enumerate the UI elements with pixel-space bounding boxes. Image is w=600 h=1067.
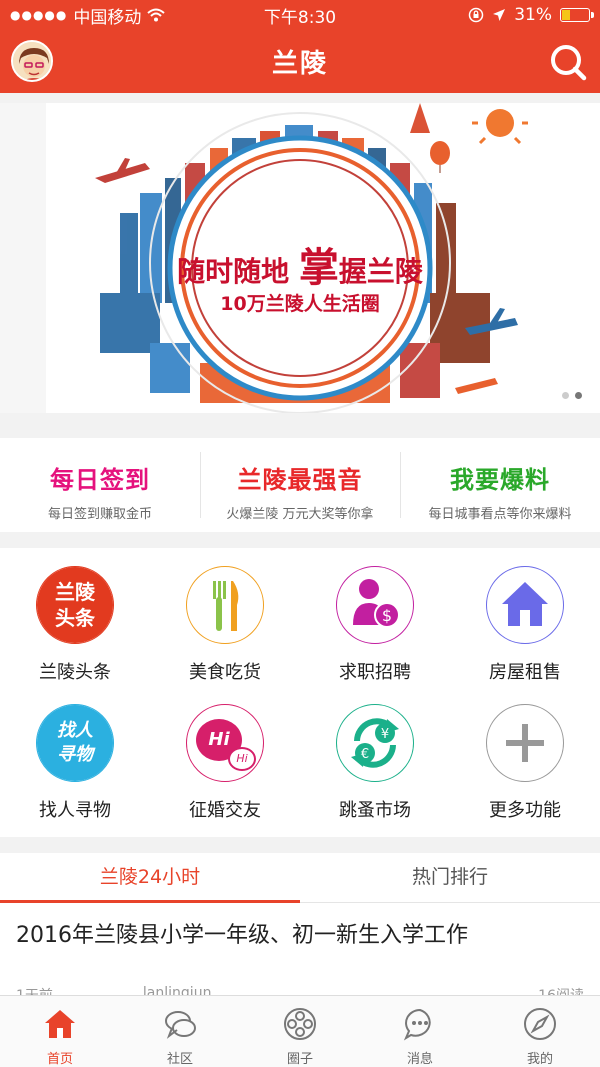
svg-text:$: $: [382, 606, 392, 625]
feature-job-seeker[interactable]: $ 求职招聘: [300, 566, 450, 704]
feature-lanling-news[interactable]: 兰陵 头条 兰陵头条: [0, 566, 150, 704]
news-tabs: 兰陵24小时 热门排行: [0, 853, 600, 903]
feature-fork-knife[interactable]: 美食吃货: [150, 566, 300, 704]
compass-icon: [480, 1006, 600, 1042]
feature-currency-exchange[interactable]: ¥ € 跳蚤市场: [300, 704, 450, 842]
tab-hot-ranking[interactable]: 热门排行: [300, 853, 600, 902]
nav-label: 消息: [406, 1052, 433, 1067]
status-bar: ●●●●● 中国移动 下午8:30 31%: [0, 0, 600, 30]
promo-item[interactable]: 我要爆料每日城事看点等你来爆料: [400, 438, 600, 532]
article-item[interactable]: 2016年兰陵县小学一年级、初一新生入学工作 1天前 lanlingjun 16…: [0, 903, 600, 1003]
feature-label: 美食吃货: [189, 662, 261, 683]
top-bar: ●●●●● 中国移动 下午8:30 31% 兰陵: [0, 0, 600, 93]
svg-text:¥: ¥: [381, 727, 389, 742]
svg-text:€: €: [361, 747, 369, 762]
user-avatar-icon: [13, 42, 51, 80]
find-people-icon[interactable]: 找人 寻物: [36, 704, 114, 782]
promo-subtitle: 每日签到赚取金币: [47, 507, 152, 522]
feature-label: 兰陵头条: [39, 662, 111, 683]
promo-row: 每日签到 每日签到赚取金币 兰陵最强音 火爆兰陵 万元大奖等你拿 我要爆料 每日城事看点等…: [0, 438, 600, 532]
banner-headline-2: 握兰陵: [338, 255, 423, 288]
feature-find-people[interactable]: 找人 寻物 找人寻物: [0, 704, 150, 842]
search-icon[interactable]: [548, 42, 588, 82]
promo-item[interactable]: 每日签到每日签到赚取金币: [0, 438, 200, 532]
nav-home[interactable]: 首页: [0, 996, 120, 1067]
banner-dot[interactable]: [575, 392, 582, 399]
promo-title: 每日签到: [50, 466, 150, 494]
page-title: 兰陵: [271, 49, 328, 79]
clock: 下午8:30: [263, 7, 337, 28]
banner-dot[interactable]: [562, 392, 569, 399]
battery-icon: [560, 8, 594, 22]
promo-banner[interactable]: 随时随地 掌握兰陵 10万兰陵人生活圈: [0, 103, 600, 413]
bottom-nav: 首页 社区 圈子 消息 我的: [0, 995, 600, 1067]
nav-label: 首页: [46, 1052, 73, 1067]
feature-label: 跳蚤市场: [339, 800, 411, 821]
feature-label: 求职招聘: [339, 662, 411, 683]
icon-text: 找人: [57, 720, 93, 741]
nav-bar: 兰陵: [0, 30, 600, 93]
promo-title: 兰陵最强音: [237, 466, 363, 494]
fork-knife-icon[interactable]: [186, 566, 264, 644]
feature-plus[interactable]: 更多功能: [450, 704, 600, 842]
nav-message[interactable]: 消息: [360, 996, 480, 1067]
banner-pager[interactable]: [562, 392, 582, 399]
nav-compass[interactable]: 我的: [480, 996, 600, 1067]
feature-grid: 兰陵 头条 兰陵头条 美食吃货 $ 求职招聘 房屋租售 找人 寻物 找人寻物 Hi Hi 征婚…: [0, 548, 600, 837]
feature-label: 更多功能: [489, 800, 561, 821]
tab-lanling-24h[interactable]: 兰陵24小时: [0, 853, 300, 903]
nav-label: 圈子: [286, 1052, 313, 1067]
nav-label: 我的: [526, 1052, 553, 1067]
nav-chat-bubbles[interactable]: 社区: [120, 996, 240, 1067]
icon-text: Hi: [228, 747, 256, 771]
feature-house[interactable]: 房屋租售: [450, 566, 600, 704]
banner-subline: 10万兰陵人生活圈: [220, 293, 380, 315]
banner-headline-1: 随时随地: [177, 255, 290, 288]
feature-label: 找人寻物: [39, 800, 111, 821]
lanling-news-icon[interactable]: 兰陵 头条: [36, 566, 114, 644]
promo-subtitle: 火爆兰陵 万元大奖等你拿: [226, 507, 374, 522]
promo-item[interactable]: 兰陵最强音火爆兰陵 万元大奖等你拿: [200, 438, 400, 532]
message-icon: [360, 1006, 480, 1042]
chat-bubbles-icon: [120, 1006, 240, 1042]
banner-headline: 随时随地 掌握兰陵: [0, 235, 600, 293]
plus-icon[interactable]: [486, 704, 564, 782]
circles-icon: [240, 1006, 360, 1042]
feature-label: 征婚交友: [189, 800, 261, 821]
avatar[interactable]: [11, 40, 53, 82]
article-title[interactable]: 2016年兰陵县小学一年级、初一新生入学工作: [0, 903, 600, 951]
home-icon: [0, 1006, 120, 1042]
promo-subtitle: 每日城事看点等你来爆料: [428, 507, 572, 522]
job-seeker-icon[interactable]: $: [336, 566, 414, 644]
currency-exchange-icon[interactable]: ¥ €: [336, 704, 414, 782]
feature-hi-chat[interactable]: Hi Hi 征婚交友: [150, 704, 300, 842]
icon-text: 寻物: [57, 744, 93, 765]
nav-label: 社区: [166, 1052, 193, 1067]
icon-text: 头条: [55, 606, 95, 630]
promo-title: 我要爆料: [450, 466, 550, 494]
hi-chat-icon[interactable]: Hi Hi: [186, 704, 264, 782]
feature-label: 房屋租售: [489, 662, 561, 683]
icon-text: 兰陵: [55, 580, 95, 604]
banner-headline-big: 掌: [298, 245, 339, 291]
nav-circles[interactable]: 圈子: [240, 996, 360, 1067]
house-icon[interactable]: [486, 566, 564, 644]
